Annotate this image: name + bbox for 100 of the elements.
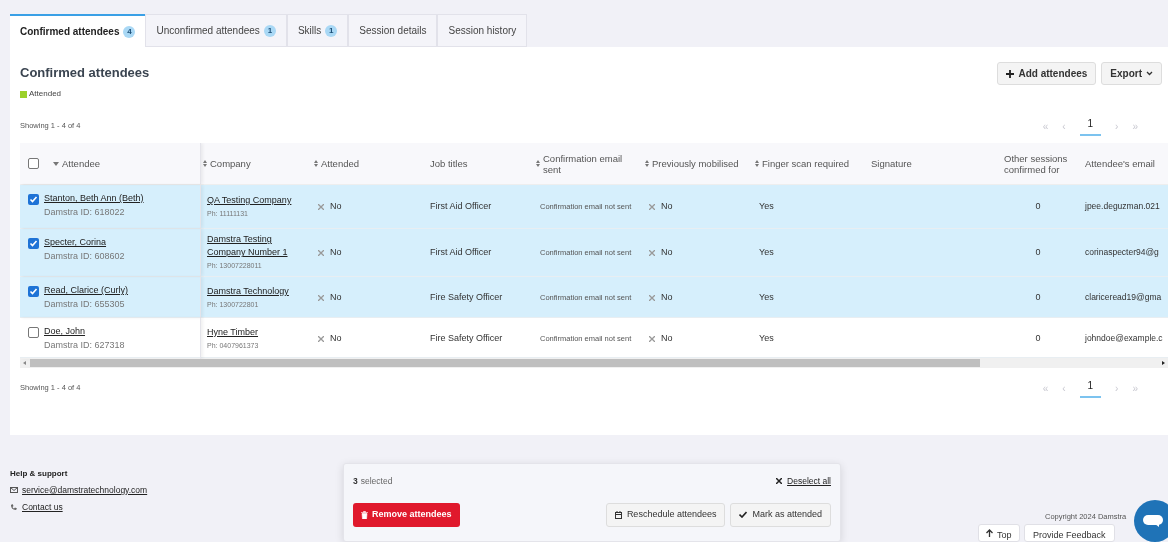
sort-descending-icon [53, 161, 59, 166]
scrollbar-thumb[interactable] [30, 359, 980, 367]
page-button[interactable]: 1 [1079, 378, 1102, 398]
count-badge: 1 [263, 24, 276, 37]
contact-link[interactable]: Contact us [22, 500, 63, 514]
mail-icon [10, 487, 18, 494]
table-cell: 0 [1035, 291, 1041, 302]
attendee-id: Damstra ID: 618022 [44, 205, 126, 219]
company-link[interactable]: Damstra Testing Company Number 1 [207, 233, 308, 260]
tab[interactable]: Session history [437, 14, 528, 47]
column-header[interactable]: Other sessions confirmed for [1004, 152, 1074, 175]
cross-icon [318, 203, 324, 210]
column-header[interactable]: Attended [314, 158, 360, 169]
calendar-icon [614, 510, 622, 519]
cross-icon [649, 203, 655, 210]
table-cell-text: No [661, 331, 673, 345]
arrow-up-icon [986, 529, 993, 537]
table-cell: Yes [759, 291, 774, 302]
email-link[interactable]: service@damstratechnology.com [22, 484, 148, 497]
table-cell-text: No [330, 245, 342, 259]
sort-icon [203, 160, 207, 167]
add-attendees-button[interactable]: Add attendees [997, 62, 1097, 85]
table-cell: Yes [759, 246, 774, 257]
trash-icon [361, 510, 368, 519]
table-cell-text: No [661, 199, 673, 213]
export-button[interactable]: Export [1101, 62, 1162, 85]
top-button[interactable]: Top [978, 524, 1020, 542]
checkbox[interactable] [28, 238, 39, 249]
horizontal-scrollbar[interactable] [20, 358, 1168, 368]
table-cell: jpee.deguzman.021 [1085, 200, 1160, 211]
count-badge: 1 [325, 24, 338, 37]
checkbox[interactable] [28, 158, 39, 169]
count-badge: 4 [123, 25, 136, 38]
checkbox[interactable] [28, 327, 39, 338]
table-cell: Yes [759, 200, 774, 211]
table-cell: 0 [1035, 200, 1041, 211]
selected-count: 3 [353, 475, 358, 488]
attendee-id: Damstra ID: 608602 [44, 249, 125, 263]
plus-icon [1006, 69, 1015, 78]
page-title: Confirmed attendees [20, 64, 150, 82]
cross-icon [649, 249, 655, 256]
chat-button[interactable] [1134, 500, 1168, 542]
chat-icon [1143, 515, 1163, 527]
cross-icon [318, 249, 324, 256]
table-cell: 0 [1035, 332, 1041, 343]
table-cell: Yes [759, 332, 774, 343]
feedback-button[interactable]: Provide Feedback [1024, 524, 1115, 542]
table-cell: First Aid Officer [430, 246, 492, 257]
company-link[interactable]: Hyne Timber [207, 325, 308, 339]
phone-icon [10, 503, 18, 512]
tab[interactable]: Session details [348, 14, 438, 47]
tab[interactable]: Skills 1 [286, 14, 349, 47]
page-button[interactable]: 1 [1079, 116, 1102, 136]
sort-icon [755, 160, 759, 167]
cross-icon [649, 294, 655, 301]
checkbox[interactable] [28, 194, 39, 205]
caret-icon [1146, 71, 1153, 76]
attendee-link[interactable]: Doe, John [44, 325, 125, 339]
column-header[interactable]: Attendee [53, 158, 101, 169]
cross-icon [318, 335, 324, 342]
column-header[interactable]: Finger scan required [755, 158, 850, 169]
cross-icon [649, 335, 655, 342]
table-cell: clariceread19@gma [1085, 291, 1162, 302]
attendee-link[interactable]: Read, Clarice (Curly) [44, 284, 129, 298]
table-cell-text: No [330, 290, 342, 304]
cross-icon [318, 294, 324, 301]
check-icon [739, 511, 748, 519]
column-header[interactable]: Confirmation email sent [536, 152, 628, 175]
tab[interactable]: Confirmed attendees 4 [10, 14, 146, 47]
close-icon [776, 478, 783, 485]
column-header[interactable]: Signature [871, 158, 912, 169]
sort-icon [645, 160, 649, 167]
column-header[interactable]: Previously mobilised [645, 158, 739, 169]
table-cell: Fire Safety Officer [430, 332, 503, 343]
tab[interactable]: Unconfirmed attendees 1 [145, 14, 287, 47]
deselect-all-link[interactable]: Deselect all [776, 475, 831, 488]
table-cell: johndoe@example.c [1085, 332, 1163, 343]
attendee-id: Damstra ID: 627318 [44, 338, 125, 352]
attendee-id: Damstra ID: 655305 [44, 297, 126, 311]
column-header[interactable]: Job titles [430, 158, 468, 169]
attendee-link[interactable]: Stanton, Beth Ann (Beth) [44, 192, 144, 206]
attendee-link[interactable]: Specter, Corina [44, 236, 125, 250]
table-cell: 0 [1035, 246, 1041, 257]
table-cell-text: No [661, 290, 673, 304]
table-cell: Fire Safety Officer [430, 291, 503, 302]
table-cell: First Aid Officer [430, 200, 492, 211]
help-heading: Help & support [10, 468, 69, 480]
sort-icon [314, 160, 318, 167]
reschedule-attendees-button[interactable]: Reschedule attendees [605, 502, 726, 527]
company-link[interactable]: Damstra Technology [207, 284, 308, 298]
table-cell-text: No [661, 245, 673, 259]
legend-label: Attended [29, 88, 62, 100]
remove-attendees-button[interactable]: Remove attendees [353, 502, 460, 527]
column-header[interactable]: Attendee's email [1085, 158, 1155, 169]
column-header[interactable]: Company [203, 158, 251, 169]
sort-icon [536, 160, 540, 167]
selected-label: selected [360, 475, 393, 488]
checkbox[interactable] [28, 286, 39, 297]
mark-as-attended-button[interactable]: Mark as attended [730, 502, 831, 527]
company-link[interactable]: QA Testing Company [207, 193, 308, 207]
